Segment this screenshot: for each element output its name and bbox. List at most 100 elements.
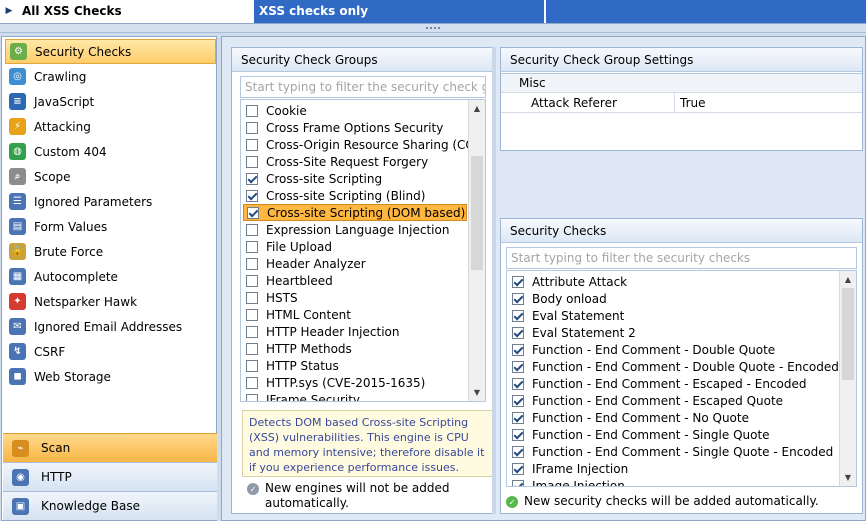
list-item[interactable]: Function - End Comment - Single Quote	[509, 426, 770, 443]
list-item[interactable]: HTTP Methods	[243, 340, 352, 357]
checkbox[interactable]	[246, 172, 258, 185]
sidebar-item-custom-404[interactable]: ◍ Custom 404	[5, 139, 216, 164]
checks-scroll-down-icon[interactable]: ▼	[840, 469, 856, 486]
groups-note: ✓ New engines will not be added automati…	[247, 481, 477, 511]
checks-scrollbar[interactable]: ▲ ▼	[839, 271, 856, 486]
checkbox[interactable]	[246, 155, 258, 168]
sidebar-item-ignored-parameters[interactable]: ☰ Ignored Parameters	[5, 189, 216, 214]
sidebar-item-javascript[interactable]: ≡ JavaScript	[5, 89, 216, 114]
sidebar-item-attacking[interactable]: ⚡ Attacking	[5, 114, 216, 139]
bottom-tab-knowledge-base[interactable]: ▣ Knowledge Base	[3, 491, 217, 520]
checkbox[interactable]	[246, 342, 258, 355]
list-item[interactable]: Function - End Comment - Escaped Quote	[509, 392, 783, 409]
list-item[interactable]: IFrame Injection	[509, 460, 628, 477]
list-item[interactable]: Eval Statement	[509, 307, 624, 324]
list-item[interactable]: HTTP Header Injection	[243, 323, 399, 340]
list-item[interactable]: Function - End Comment - Single Quote - …	[509, 443, 833, 460]
checkbox[interactable]	[246, 291, 258, 304]
vertical-splitter[interactable]	[492, 47, 496, 514]
checks-filter-input[interactable]: Start typing to filter the security chec…	[506, 247, 857, 269]
checkbox[interactable]	[512, 428, 524, 441]
sidebar-item-security-checks[interactable]: ⚙ Security Checks	[5, 39, 216, 64]
list-item[interactable]: Cross-Site Request Forgery	[243, 153, 428, 170]
checks-scroll-thumb[interactable]	[842, 288, 854, 380]
checkbox[interactable]	[246, 359, 258, 372]
checkbox[interactable]	[246, 189, 258, 202]
sidebar-item-crawling[interactable]: ◎ Crawling	[5, 64, 216, 89]
list-item[interactable]: Image Injection	[509, 477, 625, 487]
list-item[interactable]: Heartbleed	[243, 272, 333, 289]
sidebar-item-netsparker-hawk[interactable]: ✦ Netsparker Hawk	[5, 289, 216, 314]
checkbox[interactable]	[246, 138, 258, 151]
bottom-tab-label: HTTP	[41, 470, 72, 484]
settings-row[interactable]: Attack Referer True	[501, 93, 862, 113]
list-item[interactable]: HTTP.sys (CVE-2015-1635)	[243, 374, 425, 391]
checks-scroll-up-icon[interactable]: ▲	[840, 271, 856, 288]
sidebar-item-brute-force[interactable]: 🔒 Brute Force	[5, 239, 216, 264]
checkbox[interactable]	[512, 394, 524, 407]
list-item[interactable]: Cross-site Scripting (Blind)	[243, 187, 425, 204]
scroll-up-icon[interactable]: ▲	[469, 100, 485, 117]
checkbox[interactable]	[246, 308, 258, 321]
profile-name[interactable]: All XSS Checks	[18, 0, 254, 23]
groups-scrollbar[interactable]: ▲ ▼	[468, 100, 485, 401]
checkbox[interactable]	[246, 121, 258, 134]
list-item[interactable]: HTML Content	[243, 306, 351, 323]
sidebar-item-scope[interactable]: ⌕ Scope	[5, 164, 216, 189]
list-item-label: Image Injection	[532, 478, 625, 487]
sidebar-item-autocomplete[interactable]: ▦ Autocomplete	[5, 264, 216, 289]
list-item[interactable]: Cross-site Scripting	[243, 170, 382, 187]
checkbox[interactable]	[512, 377, 524, 390]
checkbox[interactable]	[512, 479, 524, 486]
list-item[interactable]: Function - End Comment - Escaped - Encod…	[509, 375, 806, 392]
list-item[interactable]: Function - End Comment - Double Quote - …	[509, 358, 839, 375]
sidebar-item-form-values[interactable]: ▤ Form Values	[5, 214, 216, 239]
bottom-tab-scan[interactable]: ⌁ Scan	[3, 433, 217, 462]
sidebar-item-web-storage[interactable]: ◼ Web Storage	[5, 364, 216, 389]
checkbox[interactable]	[512, 411, 524, 424]
profile-extra-cell[interactable]	[545, 0, 866, 23]
checkbox[interactable]	[512, 309, 524, 322]
profile-description[interactable]: XSS checks only	[254, 0, 544, 23]
groups-filter-input[interactable]: Start typing to filter the security chec…	[240, 76, 486, 98]
checkbox[interactable]	[246, 223, 258, 236]
checkbox[interactable]	[246, 325, 258, 338]
list-item[interactable]: Body onload	[509, 290, 607, 307]
list-item[interactable]: HSTS	[243, 289, 298, 306]
bottom-tab-http[interactable]: ◉ HTTP	[3, 462, 217, 491]
list-item[interactable]: Header Analyzer	[243, 255, 366, 272]
settings-sidebar: ⚙ Security Checks ◎ Crawling ≡ JavaScript ⚡ Att…	[1, 36, 217, 521]
list-item[interactable]: Expression Language Injection	[243, 221, 449, 238]
list-item[interactable]: Cookie	[243, 102, 307, 119]
checkbox[interactable]	[246, 274, 258, 287]
list-item[interactable]: IFrame Security	[243, 391, 360, 401]
checkbox[interactable]	[512, 462, 524, 475]
sidebar-item-ignored-email-addresses[interactable]: ✉ Ignored Email Addresses	[5, 314, 216, 339]
checkbox[interactable]	[512, 292, 524, 305]
checkbox[interactable]	[246, 257, 258, 270]
list-item-label: Function - End Comment - Double Quote	[532, 342, 776, 357]
list-item[interactable]: Function - End Comment - No Quote	[509, 409, 749, 426]
checkbox[interactable]	[512, 360, 524, 373]
checkbox[interactable]	[512, 445, 524, 458]
list-item[interactable]: Cross-site Scripting (DOM based)	[243, 204, 467, 221]
list-item[interactable]: Cross Frame Options Security	[243, 119, 443, 136]
list-item[interactable]: Function - End Comment - Double Quote	[509, 341, 775, 358]
setting-value[interactable]: True	[675, 93, 862, 113]
list-item[interactable]: Attribute Attack	[509, 273, 627, 290]
checkbox[interactable]	[247, 206, 259, 219]
list-item[interactable]: HTTP Status	[243, 357, 339, 374]
list-item[interactable]: Eval Statement 2	[509, 324, 636, 341]
sidebar-item-csrf[interactable]: ↯ CSRF	[5, 339, 216, 364]
checkbox[interactable]	[512, 343, 524, 356]
checkbox[interactable]	[246, 240, 258, 253]
checkbox[interactable]	[246, 393, 258, 401]
checkbox[interactable]	[512, 275, 524, 288]
checkbox[interactable]	[246, 376, 258, 389]
scroll-thumb[interactable]	[471, 156, 483, 270]
list-item[interactable]: Cross-Origin Resource Sharing (CORS)	[243, 136, 485, 153]
scroll-down-icon[interactable]: ▼	[469, 384, 485, 401]
checkbox[interactable]	[246, 104, 258, 117]
list-item[interactable]: File Upload	[243, 238, 332, 255]
checkbox[interactable]	[512, 326, 524, 339]
